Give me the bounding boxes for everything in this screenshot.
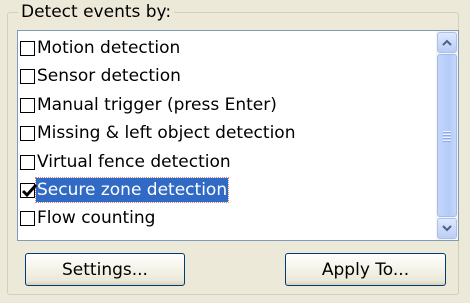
event-label: Flow counting	[37, 208, 156, 228]
event-label: Motion detection	[37, 38, 181, 58]
event-label: Virtual fence detection	[37, 152, 231, 172]
grip-icon	[443, 129, 451, 143]
vertical-scrollbar[interactable]	[436, 31, 458, 240]
event-label: Secure zone detection	[34, 177, 230, 203]
settings-button[interactable]: Settings...	[25, 253, 185, 286]
checkbox[interactable]	[20, 68, 35, 84]
checkbox[interactable]	[20, 154, 35, 170]
scroll-thumb[interactable]	[437, 54, 457, 217]
event-checklist[interactable]: Motion detection Sensor detection Manual…	[17, 30, 459, 241]
scroll-down-button[interactable]	[437, 218, 457, 239]
checkbox[interactable]	[20, 125, 35, 141]
list-item[interactable]: Virtual fence detection	[20, 148, 232, 176]
list-item[interactable]: Missing & left object detection	[20, 119, 296, 147]
chevron-up-icon	[442, 39, 452, 46]
checkbox[interactable]	[20, 210, 35, 226]
list-item[interactable]: Manual trigger (press Enter)	[20, 91, 278, 119]
list-item[interactable]: Motion detection	[20, 34, 181, 62]
event-label: Sensor detection	[37, 66, 181, 86]
list-item[interactable]: Flow counting	[20, 204, 156, 232]
checkbox[interactable]	[20, 40, 35, 56]
chevron-down-icon	[442, 225, 452, 232]
list-item[interactable]: Sensor detection	[20, 62, 182, 90]
apply-to-button[interactable]: Apply To...	[285, 253, 446, 286]
checkmark-icon	[21, 183, 38, 197]
scroll-up-button[interactable]	[437, 32, 457, 53]
checkbox[interactable]	[20, 97, 35, 113]
event-label: Manual trigger (press Enter)	[37, 95, 277, 115]
groupbox-legend: Detect events by:	[18, 2, 175, 22]
checkbox-checked[interactable]	[20, 182, 38, 198]
event-label: Missing & left object detection	[37, 123, 296, 143]
list-item-selected[interactable]: Secure zone detection	[20, 176, 230, 204]
